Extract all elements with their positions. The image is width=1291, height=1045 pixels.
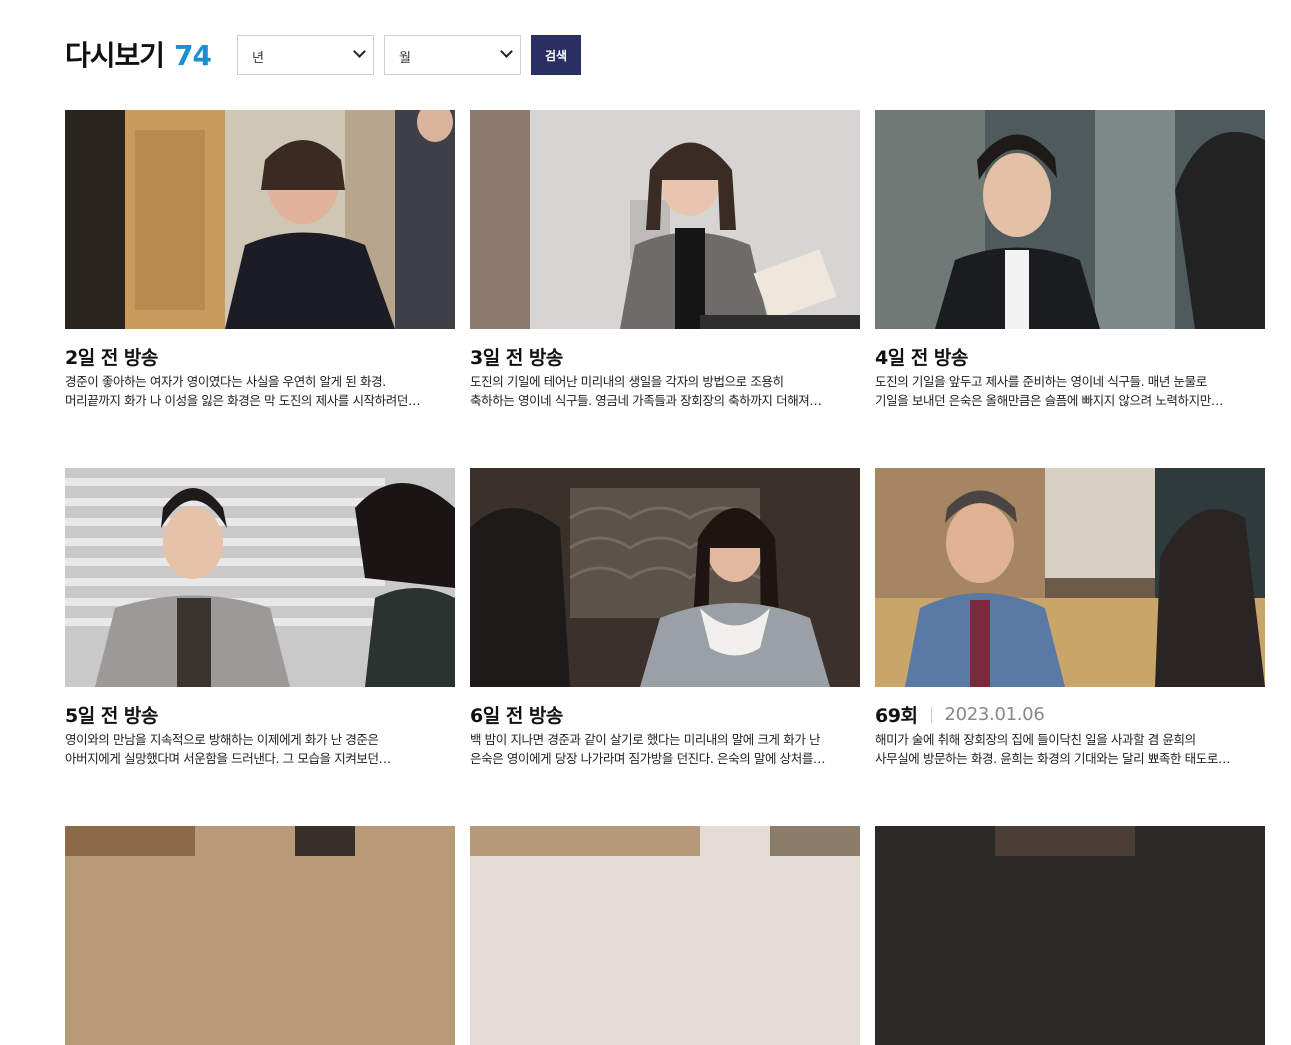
month-select[interactable]: 월 xyxy=(384,35,521,75)
episode-count: 74 xyxy=(174,39,212,72)
episode-thumbnail[interactable] xyxy=(875,826,1265,1045)
episode-thumbnail[interactable] xyxy=(470,468,860,687)
episode-description: 영이와의 만남을 지속적으로 방해하는 이제에게 화가 난 경준은 아버지에게 … xyxy=(65,730,455,768)
episode-description-line: 도진의 기일을 앞두고 제사를 준비하는 영이네 식구들. 매년 눈물로 xyxy=(875,374,1207,389)
episode-broadcast-label: 4일 전 방송 xyxy=(875,347,968,369)
episode-description-line: 은숙은 영이에게 당장 나가라며 짐가방을 던진다. 은숙의 말에 상처를… xyxy=(470,751,826,766)
episode-broadcast-label: 6일 전 방송 xyxy=(470,705,563,727)
search-button[interactable]: 검색 xyxy=(531,35,581,75)
episode-broadcast-label: 5일 전 방송 xyxy=(65,705,158,727)
page-header: 다시보기 74 xyxy=(65,33,212,75)
page-title: 다시보기 74 xyxy=(65,39,212,72)
episode-description: 경준이 좋아하는 여자가 영이였다는 사실을 우연히 알게 된 화경. 머리끝까… xyxy=(65,372,455,410)
meta-divider xyxy=(931,706,933,723)
episode-description: 백 밤이 지나면 경준과 같이 살기로 했다는 미리내의 말에 크게 화가 난 … xyxy=(470,730,860,768)
episode-description: 해미가 술에 취해 장회장의 집에 들이닥친 일을 사과할 겸 윤희의 사무실에… xyxy=(875,730,1265,768)
episode-description-line: 사무실에 방문하는 화경. 윤희는 화경의 기대와는 달리 뾰족한 태도로… xyxy=(875,751,1231,766)
episode-thumbnail[interactable] xyxy=(470,110,860,329)
episode-description-line: 영이와의 만남을 지속적으로 방해하는 이제에게 화가 난 경준은 xyxy=(65,732,379,747)
episode-description-line: 기일을 보내던 은숙은 올해만큼은 슬픔에 빠지지 않으려 노력하지만… xyxy=(875,393,1223,408)
episode-description-line: 해미가 술에 취해 장회장의 집에 들이닥친 일을 사과할 겸 윤희의 xyxy=(875,732,1196,747)
episode-description-line: 백 밤이 지나면 경준과 같이 살기로 했다는 미리내의 말에 크게 화가 난 xyxy=(470,732,821,747)
episode-thumbnail[interactable] xyxy=(65,826,455,1045)
episode-thumbnail[interactable] xyxy=(470,826,860,1045)
year-select-value: 년 xyxy=(252,51,264,66)
episode-description: 도진의 기일을 앞두고 제사를 준비하는 영이네 식구들. 매년 눈물로 기일을… xyxy=(875,372,1265,410)
month-select-value: 월 xyxy=(399,51,411,66)
episode-meta: 2일 전 방송 xyxy=(65,343,158,370)
episode-description-line: 도진의 기일에 테어난 미리내의 생일을 각자의 방법으로 조용히 xyxy=(470,374,784,389)
episode-description-line: 경준이 좋아하는 여자가 영이였다는 사실을 우연히 알게 된 화경. xyxy=(65,374,386,389)
episode-meta: 4일 전 방송 xyxy=(875,343,968,370)
episode-thumbnail[interactable] xyxy=(875,110,1265,329)
episode-description-line: 축하하는 영이네 식구들. 영금네 가족들과 장회장의 축하까지 더해져… xyxy=(470,393,822,408)
episode-broadcast-label: 3일 전 방송 xyxy=(470,347,563,369)
episode-number: 69회 xyxy=(875,705,918,727)
year-select[interactable]: 년 xyxy=(237,35,374,75)
episode-meta: 69회 2023.01.06 xyxy=(875,701,1045,728)
episode-meta: 3일 전 방송 xyxy=(470,343,563,370)
episode-thumbnail[interactable] xyxy=(65,468,455,687)
episode-thumbnail[interactable] xyxy=(875,468,1265,687)
episode-meta: 6일 전 방송 xyxy=(470,701,563,728)
episode-meta: 5일 전 방송 xyxy=(65,701,158,728)
episode-description-line: 아버지에게 실망했다며 서운함을 드러낸다. 그 모습을 지켜보던… xyxy=(65,751,391,766)
chevron-down-icon xyxy=(500,45,513,58)
episode-thumbnail[interactable] xyxy=(65,110,455,329)
episode-date: 2023.01.06 xyxy=(944,704,1045,725)
episode-description-line: 머리끝까지 화가 나 이성을 잃은 화경은 막 도진의 제사를 시작하려던… xyxy=(65,393,421,408)
chevron-down-icon xyxy=(353,45,366,58)
episode-broadcast-label: 2일 전 방송 xyxy=(65,347,158,369)
episode-description: 도진의 기일에 테어난 미리내의 생일을 각자의 방법으로 조용히 축하하는 영… xyxy=(470,372,860,410)
